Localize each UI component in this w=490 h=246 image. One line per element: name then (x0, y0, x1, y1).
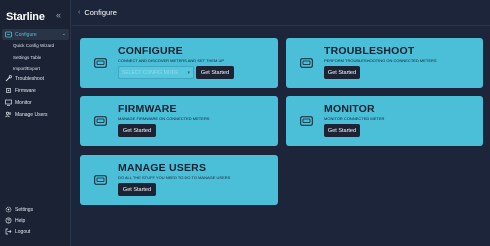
sidebar-item-firmware[interactable]: Firmware (2, 85, 69, 96)
card-description: MANAGE FIRMWARE ON CONNECTED METERS (118, 116, 210, 121)
sidebar-item-manage-users[interactable]: Manage Users (2, 109, 69, 120)
sidebar-item-label: Settings (15, 206, 34, 213)
card-description: MONITOR CONNECTED METER (324, 116, 385, 121)
chevron-down-icon: ▾ (187, 70, 190, 76)
monitor-get-started-button[interactable]: Get Started (324, 124, 360, 137)
card-description: PERFORM TROUBLESHOOTING ON CONNECTED MET… (324, 58, 437, 63)
sidebar-item-label: Monitor (15, 99, 32, 106)
monitor-icon (5, 99, 12, 106)
sidebar-item-label: Configure (15, 31, 37, 38)
sidebar-subitem-settings-table[interactable]: Settings Table (13, 55, 41, 60)
meter-icon (300, 58, 313, 68)
logout-icon (5, 228, 12, 235)
logo: Starline (6, 11, 45, 23)
users-icon (5, 111, 12, 118)
sidebar-item-label: Help (15, 217, 26, 224)
chip-icon (5, 87, 12, 94)
card-title: CONFIGURE (118, 45, 183, 57)
configure-card: CONFIGURE CONNECT AND DISCOVER METERS AN… (80, 38, 278, 88)
sidebar-item-configure[interactable]: Configure ⌄ (2, 29, 69, 40)
card-description: CONNECT AND DISCOVER METERS AND SET THEM… (118, 58, 225, 63)
troubleshoot-get-started-button[interactable]: Get Started (324, 66, 360, 79)
sidebar-item-settings[interactable]: Settings (2, 204, 69, 215)
monitor-card: MONITOR MONITOR CONNECTED METER Get Star… (286, 96, 483, 146)
sidebar: Starline « Configure ⌄ Quick Config Wiza… (0, 0, 71, 246)
page-title: Configure (84, 8, 117, 17)
card-title: MANAGE USERS (118, 162, 207, 174)
sidebar-item-label: Troubleshoot (15, 75, 44, 82)
help-icon (5, 217, 12, 224)
meter-icon (300, 116, 313, 126)
card-title: MONITOR (324, 103, 375, 115)
select-placeholder: SELECT CONFIG MODE (122, 69, 179, 76)
double-chevron-left-icon[interactable]: « (56, 10, 61, 20)
sidebar-item-label: Firmware (15, 87, 36, 94)
meter-icon (94, 175, 107, 185)
sidebar-item-monitor[interactable]: Monitor (2, 97, 69, 108)
firmware-get-started-button[interactable]: Get Started (118, 124, 156, 137)
sidebar-item-label: Manage Users (15, 111, 48, 118)
sidebar-item-logout[interactable]: Logout (2, 226, 69, 237)
card-title: TROUBLESHOOT (324, 45, 415, 57)
sidebar-item-label: Logout (15, 228, 31, 235)
card-title: FIRMWARE (118, 103, 177, 115)
manage-users-get-started-button[interactable]: Get Started (118, 183, 156, 196)
card-description: DO ALL THE STUFF YOU NEED TO DO TO MANAG… (118, 175, 231, 180)
wrench-icon (5, 75, 12, 82)
firmware-card: FIRMWARE MANAGE FIRMWARE ON CONNECTED ME… (80, 96, 278, 146)
meter-icon (94, 58, 107, 68)
chevron-left-icon[interactable]: ‹ (78, 9, 80, 16)
config-mode-select[interactable]: SELECT CONFIG MODE ▾ (118, 66, 194, 79)
troubleshoot-card: TROUBLESHOOT PERFORM TROUBLESHOOTING ON … (286, 38, 483, 88)
sidebar-item-help[interactable]: Help (2, 215, 69, 226)
sidebar-subitem-quick-config-wizard[interactable]: Quick Config Wizard (13, 43, 54, 48)
sidebar-subitem-import-export[interactable]: Import/Export (13, 66, 40, 71)
sliders-icon (5, 31, 12, 38)
chevron-down-icon[interactable]: ⌄ (62, 31, 66, 37)
sidebar-item-troubleshoot[interactable]: Troubleshoot (2, 73, 69, 84)
meter-icon (94, 116, 107, 126)
configure-get-started-button[interactable]: Get Started (196, 66, 234, 79)
page-header: ‹ Configure (72, 0, 490, 26)
manage-users-card: MANAGE USERS DO ALL THE STUFF YOU NEED T… (80, 155, 278, 205)
gear-icon (5, 206, 12, 213)
